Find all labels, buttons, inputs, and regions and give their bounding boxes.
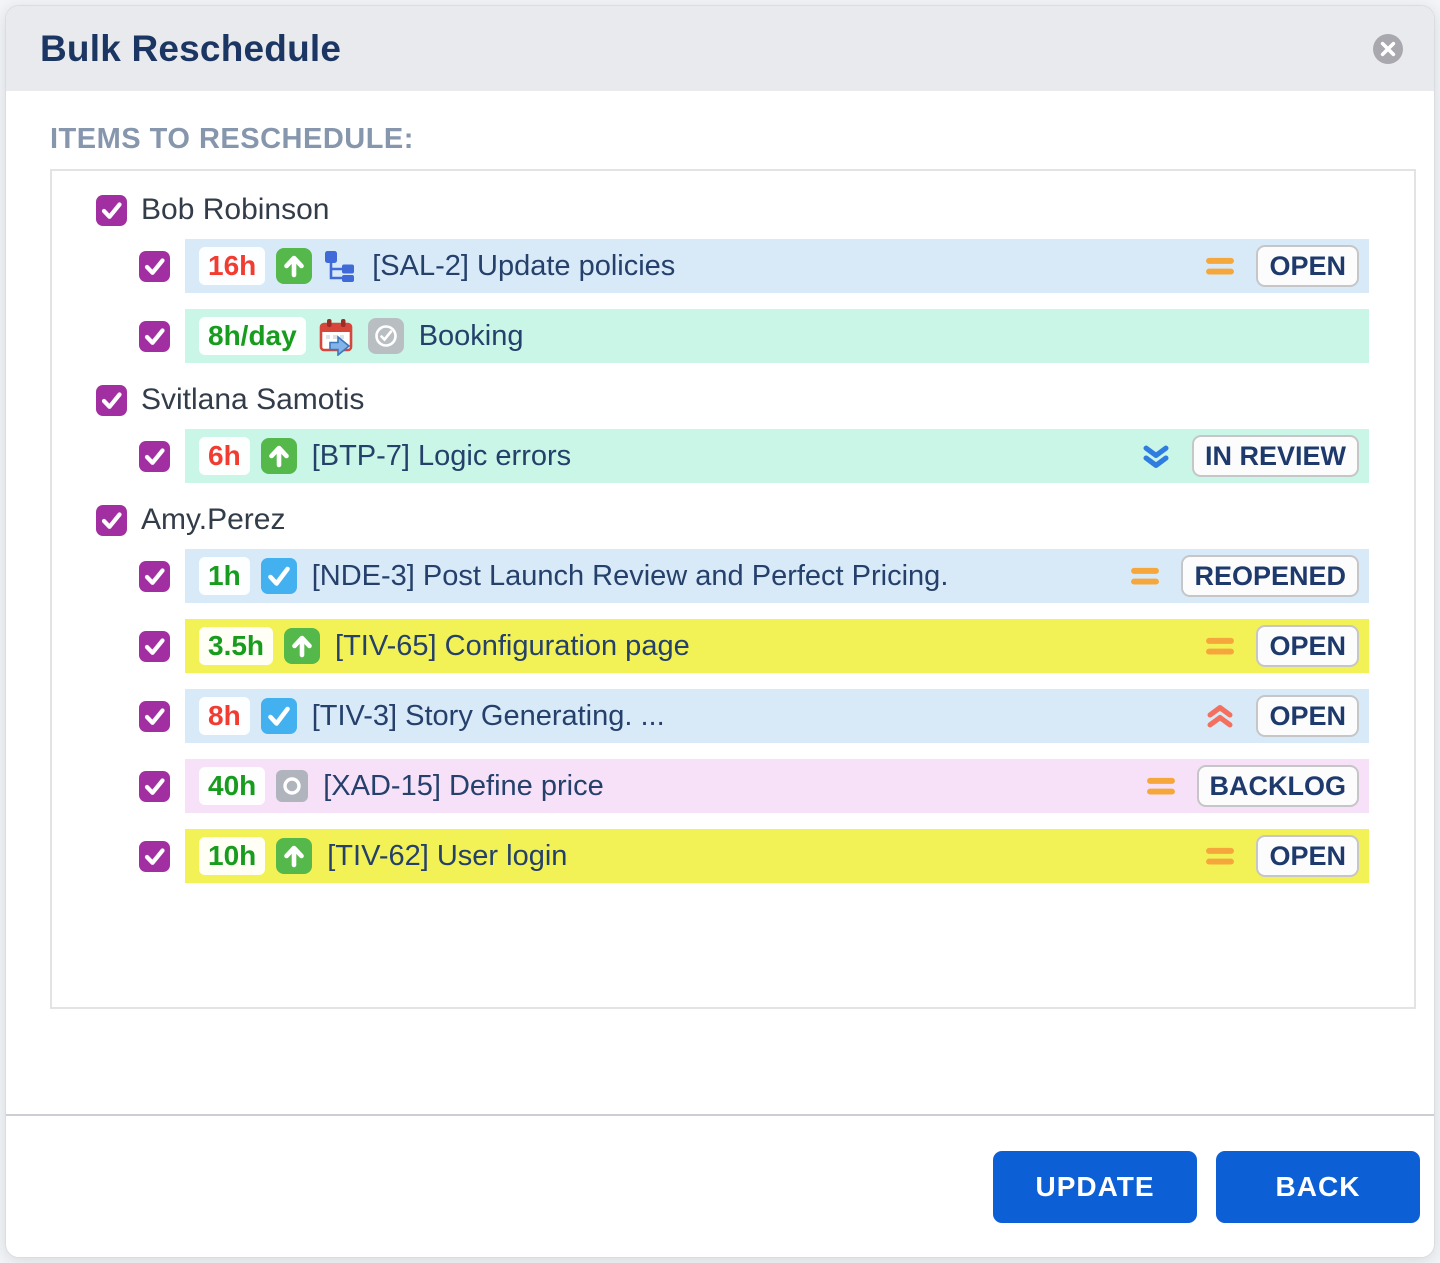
checkbox-checked-icon (139, 441, 170, 472)
checkbox-checked-icon (96, 385, 127, 416)
estimated-hours: 16h (199, 247, 265, 285)
checkbox-checked-icon (139, 321, 170, 352)
close-button[interactable] (1372, 33, 1404, 65)
status-badge: OPEN (1256, 245, 1359, 287)
checkbox-checked-icon (139, 251, 170, 282)
status-badge: OPEN (1256, 625, 1359, 667)
estimated-hours: 1h (199, 557, 250, 595)
priority-medium-icon (1146, 774, 1176, 799)
estimated-hours: 8h/day (199, 317, 306, 355)
arrow-up-green-icon (284, 628, 320, 664)
item-title: [TIV-3] Story Generating. ... (312, 700, 665, 733)
item-row: 1h [NDE-3] Post Launch Review and Perfect… (185, 549, 1369, 603)
back-button[interactable]: BACK (1216, 1151, 1420, 1223)
arrow-up-green-icon (261, 438, 297, 474)
item-row: 16h [SAL-2] Update policies OPEN (185, 239, 1369, 293)
item-title: [SAL-2] Update policies (372, 250, 675, 283)
status-badge: REOPENED (1181, 555, 1359, 597)
item-checkbox[interactable] (139, 561, 170, 592)
item-line: 8h [TIV-3] Story Generating. ... OPEN (139, 689, 1369, 743)
checkbox-checked-icon (96, 195, 127, 226)
status-badge: IN REVIEW (1192, 435, 1359, 477)
group-header: Amy.Perez (96, 503, 1414, 537)
dialog-title: Bulk Reschedule (40, 28, 341, 70)
group-checkbox[interactable] (96, 505, 127, 536)
section-label: ITEMS TO RESCHEDULE: (50, 121, 1416, 157)
item-row: 8h/day Booking (185, 309, 1369, 363)
priority-medium-icon (1205, 844, 1235, 869)
priority-lowest-icon (1141, 444, 1171, 469)
item-checkbox[interactable] (139, 701, 170, 732)
dialog-header: Bulk Reschedule (6, 6, 1434, 91)
priority-highest-icon (1205, 704, 1235, 729)
item-checkbox[interactable] (139, 841, 170, 872)
checkbox-checked-icon (139, 841, 170, 872)
estimated-hours: 10h (199, 837, 265, 875)
check-blue-icon (261, 558, 297, 594)
item-title: [TIV-62] User login (327, 840, 567, 873)
estimated-hours: 6h (199, 437, 250, 475)
circle-outline-gray-icon (276, 770, 308, 802)
checkbox-checked-icon (139, 631, 170, 662)
check-blue-icon (261, 698, 297, 734)
group-name: Bob Robinson (141, 193, 329, 227)
item-checkbox[interactable] (139, 321, 170, 352)
item-line: 1h [NDE-3] Post Launch Review and Perfect… (139, 549, 1369, 603)
item-title: [BTP-7] Logic errors (312, 440, 571, 473)
group-name: Svitlana Samotis (141, 383, 364, 417)
item-checkbox[interactable] (139, 251, 170, 282)
dialog-body: ITEMS TO RESCHEDULE: Bob Robinson 16h [SAL… (6, 91, 1434, 1114)
priority-medium-icon (1205, 634, 1235, 659)
item-checkbox[interactable] (139, 441, 170, 472)
checkbox-checked-icon (139, 561, 170, 592)
group-name: Amy.Perez (141, 503, 285, 537)
priority-medium-icon (1130, 564, 1160, 589)
group-checkbox[interactable] (96, 385, 127, 416)
item-line: 6h [BTP-7] Logic errors IN REVIEW (139, 429, 1369, 483)
item-row: 40h [XAD-15] Define price BACKLOG (185, 759, 1369, 813)
checkbox-checked-icon (139, 771, 170, 802)
bulk-reschedule-dialog: Bulk Reschedule ITEMS TO RESCHEDULE: Bob… (5, 5, 1435, 1258)
status-badge: BACKLOG (1197, 765, 1360, 807)
arrow-up-green-icon (276, 838, 312, 874)
estimated-hours: 40h (199, 767, 265, 805)
checkbox-checked-icon (139, 701, 170, 732)
group-checkbox[interactable] (96, 195, 127, 226)
calendar-forward-icon (317, 316, 357, 356)
status-badge: OPEN (1256, 695, 1359, 737)
group-header: Bob Robinson (96, 193, 1414, 227)
item-title: [NDE-3] Post Launch Review and Perfect P… (312, 560, 949, 593)
group-header: Svitlana Samotis (96, 383, 1414, 417)
dialog-footer: UPDATE BACK (6, 1114, 1434, 1257)
circle-check-gray-icon (368, 318, 404, 354)
update-button[interactable]: UPDATE (993, 1151, 1197, 1223)
item-line: 8h/day Booking (139, 309, 1369, 363)
item-title: [XAD-15] Define price (323, 770, 603, 803)
item-title: Booking (419, 320, 524, 353)
arrow-up-green-icon (276, 248, 312, 284)
item-line: 3.5h [TIV-65] Configuration page OPEN (139, 619, 1369, 673)
estimated-hours: 8h (199, 697, 250, 735)
checkbox-checked-icon (96, 505, 127, 536)
item-row: 3.5h [TIV-65] Configuration page OPEN (185, 619, 1369, 673)
item-row: 6h [BTP-7] Logic errors IN REVIEW (185, 429, 1369, 483)
item-row: 8h [TIV-3] Story Generating. ... OPEN (185, 689, 1369, 743)
item-checkbox[interactable] (139, 771, 170, 802)
subtask-tree-icon (323, 249, 357, 283)
status-badge: OPEN (1256, 835, 1359, 877)
item-row: 10h [TIV-62] User login OPEN (185, 829, 1369, 883)
estimated-hours: 3.5h (199, 627, 273, 665)
item-title: [TIV-65] Configuration page (335, 630, 690, 663)
item-checkbox[interactable] (139, 631, 170, 662)
item-line: 40h [XAD-15] Define price BACKLOG (139, 759, 1369, 813)
close-icon (1372, 33, 1404, 65)
items-box: Bob Robinson 16h [SAL-2] Update policies OP… (50, 169, 1416, 1009)
priority-medium-icon (1205, 254, 1235, 279)
item-line: 16h [SAL-2] Update policies OPEN (139, 239, 1369, 293)
item-line: 10h [TIV-62] User login OPEN (139, 829, 1369, 883)
